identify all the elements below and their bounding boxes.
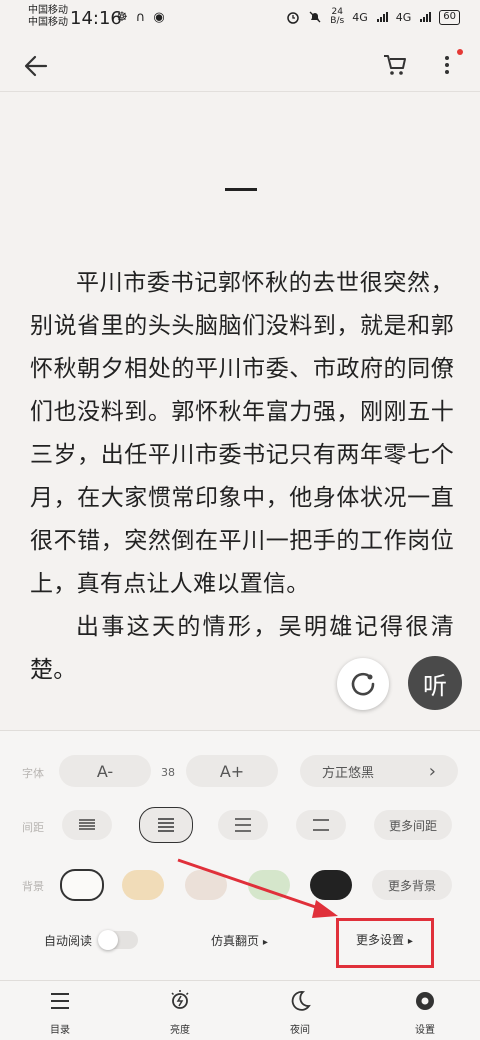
chevron-right-icon: › — [428, 760, 436, 782]
carrier-1: 中国移动 — [28, 5, 68, 16]
bg-swatch-yellow[interactable] — [122, 870, 164, 900]
signal-2: 4G — [395, 10, 412, 24]
spacing-compact-icon — [158, 818, 174, 832]
page-turn-label: 仿真翻页 — [211, 934, 260, 948]
nav-night-label: 夜间 — [290, 1025, 310, 1036]
settings-gear-icon — [416, 992, 434, 1010]
nav-settings[interactable]: 设置 — [385, 981, 465, 1040]
network-speed: 24 B/s — [330, 8, 344, 26]
signal-1: 4G — [352, 10, 368, 24]
more-vertical-icon[interactable] — [436, 50, 458, 80]
font-size-value: 38 — [161, 766, 175, 779]
toggle-knob — [98, 930, 118, 950]
signal-bars-icon — [376, 12, 388, 22]
brightness-bulb-icon — [171, 990, 189, 1009]
nav-night[interactable]: 夜间 — [260, 981, 340, 1040]
refresh-icon — [351, 672, 375, 696]
auto-read-toggle[interactable] — [98, 930, 138, 950]
moon-icon — [291, 991, 311, 1011]
battery-indicator: 60 — [439, 9, 460, 25]
font-family-name: 方正悠黑 — [322, 765, 375, 781]
font-label: 字体 — [22, 767, 44, 780]
font-family-button[interactable]: 方正悠黑 › — [300, 755, 458, 787]
notification-icons: ☸ ∩ ◉ — [116, 10, 167, 25]
spacing-compact-button[interactable] — [139, 807, 193, 843]
nav-settings-label: 设置 — [415, 1025, 435, 1036]
bg-swatch-white[interactable] — [60, 869, 104, 901]
spacing-label: 间距 — [22, 821, 44, 834]
chapter-title-mark — [225, 188, 257, 191]
notification-dot — [457, 49, 463, 55]
triangle-right-icon: ▸ — [262, 937, 268, 948]
refresh-button[interactable] — [337, 658, 389, 710]
auto-read-label: 自动阅读 — [44, 934, 93, 948]
spacing-dense-button[interactable] — [62, 810, 112, 840]
spacing-normal-button[interactable] — [218, 810, 268, 840]
carrier-2: 中国移动 — [28, 17, 68, 28]
cart-icon[interactable] — [382, 52, 408, 78]
spacing-dense-icon — [79, 819, 95, 830]
carrier-info: 中国移动 中国移动 — [28, 5, 68, 29]
nav-brightness-label: 亮度 — [170, 1025, 190, 1036]
paragraph-1: 平川市委书记郭怀秋的去世很突然，别说省里的头头脑脑们没料到，就是和郭怀秋朝夕相处… — [30, 270, 454, 597]
nav-catalog-label: 目录 — [50, 1025, 70, 1036]
annotation-arrow — [177, 858, 338, 918]
font-increase-button[interactable]: A+ — [186, 755, 278, 787]
back-arrow-icon[interactable] — [22, 52, 50, 80]
mute-bell-icon — [309, 11, 321, 23]
more-spacing-button[interactable]: 更多间距 — [374, 810, 452, 840]
reader-top-bar — [0, 40, 480, 92]
page-turn-mode-button[interactable]: 仿真翻页 ▸ — [211, 932, 268, 949]
catalog-list-icon — [51, 993, 69, 1009]
alarm-icon — [287, 12, 300, 24]
bottom-nav: 目录 亮度 夜间 设置 — [0, 980, 480, 1040]
nav-brightness[interactable]: 亮度 — [140, 981, 220, 1040]
network-speed-unit: B/s — [330, 16, 345, 26]
status-time: 14:16 — [70, 8, 122, 29]
system-status-icons: 24 B/s 4G 4G 60 — [286, 8, 460, 26]
background-label: 背景 — [22, 880, 44, 893]
font-decrease-button[interactable]: A- — [59, 755, 151, 787]
signal-bars-icon — [420, 12, 432, 22]
status-bar: 中国移动 中国移动 14:16 ☸ ∩ ◉ 24 B/s 4G 4G 60 — [0, 0, 480, 40]
listen-button[interactable]: 听 — [408, 656, 462, 710]
nav-catalog[interactable]: 目录 — [20, 981, 100, 1040]
paragraph-2: 出事这天的情形，吴明雄记得很清楚。 — [30, 614, 454, 683]
highlight-box-more-settings — [336, 918, 434, 968]
spacing-normal-icon — [235, 818, 251, 832]
spacing-loose-button[interactable] — [296, 810, 346, 840]
reading-content[interactable]: 平川市委书记郭怀秋的去世很突然，别说省里的头头脑脑们没料到，就是和郭怀秋朝夕相处… — [30, 262, 454, 692]
spacing-loose-icon — [313, 819, 329, 831]
more-background-button[interactable]: 更多背景 — [372, 870, 452, 900]
